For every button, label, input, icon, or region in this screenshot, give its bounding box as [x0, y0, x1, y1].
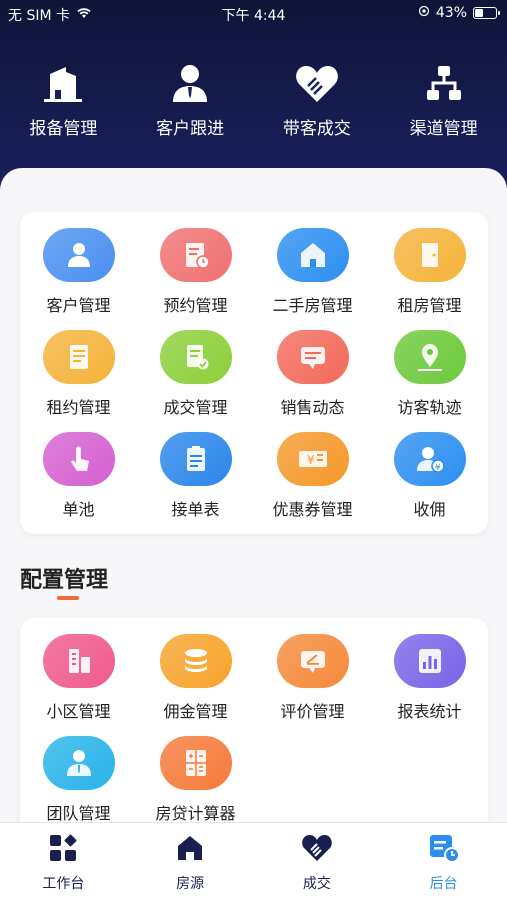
dashboard-icon [48, 833, 78, 867]
config-grid-item-label: 小区管理 [46, 702, 111, 721]
main-grid-item[interactable]: 销售动态 [254, 330, 371, 432]
customer-icon [42, 228, 115, 282]
main-grid-item[interactable]: 客户管理 [20, 228, 137, 330]
location-icon [393, 330, 466, 384]
main-grid-item-label: 收佣 [413, 500, 446, 519]
main-grid-item-label: 客户管理 [46, 296, 111, 315]
main-function-card: 客户管理 预约管理 二手房管理 租房管理租约管理 成交管理 销售动态 访客轨迹单池 接单表 ¥ 优… [20, 212, 488, 534]
coupon-icon: ¥ [276, 432, 349, 486]
config-grid-item[interactable]: 报表统计 [371, 634, 488, 736]
community-icon [42, 634, 115, 688]
calculator-icon [159, 736, 232, 790]
top-nav-label: 渠道管理 [409, 119, 478, 139]
person-icon [167, 60, 213, 106]
main-grid-item-label: 单池 [62, 500, 95, 519]
main-grid-item[interactable]: ¥ 收佣 [371, 432, 488, 534]
message-icon [276, 330, 349, 384]
config-grid-item-label: 房贷计算器 [155, 804, 236, 823]
building-icon [40, 60, 86, 106]
tab-listings[interactable]: 房源 [127, 823, 254, 900]
tab-label: 房源 [176, 876, 205, 892]
svg-text:¥: ¥ [435, 463, 441, 473]
backend-icon [428, 833, 460, 867]
main-grid-item[interactable]: 预约管理 [137, 228, 254, 330]
config-grid-item[interactable]: 小区管理 [20, 634, 137, 736]
main-grid-item-label: 接单表 [171, 500, 220, 519]
main-grid-item-label: 租约管理 [46, 398, 111, 417]
svg-text:¥: ¥ [307, 453, 315, 467]
top-nav-item-deal[interactable]: 带客成交 [254, 60, 381, 150]
main-grid-item-label: 预约管理 [163, 296, 228, 315]
config-grid-item-label: 评价管理 [280, 702, 345, 721]
main-grid-item[interactable]: 接单表 [137, 432, 254, 534]
tab-backend[interactable]: 后台 [380, 823, 507, 900]
main-grid-item[interactable]: 访客轨迹 [371, 330, 488, 432]
config-grid-item[interactable]: 佣金管理 [137, 634, 254, 736]
bottom-tab-bar: 工作台 房源 成交 后台 [0, 822, 507, 900]
lease-icon [42, 330, 115, 384]
main-grid-item[interactable]: ¥ 优惠券管理 [254, 432, 371, 534]
status-time: 下午 4:44 [221, 8, 286, 24]
tap-icon [42, 432, 115, 486]
house-icon [276, 228, 349, 282]
top-quick-nav: 报备管理 客户跟进 带客成交 渠道管理 [0, 60, 507, 150]
battery-icon [473, 7, 500, 19]
battery-percent: 43% [435, 5, 467, 21]
handshake-icon [301, 833, 333, 867]
status-bar: 无 SIM 卡 下午 4:44 43% [0, 0, 507, 28]
top-nav-item-channel[interactable]: 渠道管理 [380, 60, 507, 150]
report-icon [393, 634, 466, 688]
main-grid-item[interactable]: 租约管理 [20, 330, 137, 432]
deal-doc-icon [159, 330, 232, 384]
top-nav-item-customer-follow[interactable]: 客户跟进 [127, 60, 254, 150]
orientation-lock-icon [418, 5, 430, 21]
main-grid-item-label: 销售动态 [280, 398, 345, 417]
tab-label: 成交 [302, 876, 331, 892]
config-grid-item-label: 报表统计 [397, 702, 462, 721]
tab-label: 工作台 [42, 876, 85, 892]
top-nav-label: 带客成交 [282, 119, 351, 139]
section-title: 配置管理 [20, 568, 109, 593]
main-grid-item-label: 优惠券管理 [272, 500, 353, 519]
door-icon [393, 228, 466, 282]
main-grid-item[interactable]: 单池 [20, 432, 137, 534]
main-grid-item-label: 成交管理 [163, 398, 228, 417]
main-grid-item[interactable]: 成交管理 [137, 330, 254, 432]
config-grid-item-label: 团队管理 [46, 804, 111, 823]
coins-icon [159, 634, 232, 688]
section-title-underline [57, 596, 79, 600]
config-grid-item-label: 佣金管理 [163, 702, 228, 721]
team-icon [42, 736, 115, 790]
review-icon [276, 634, 349, 688]
clipboard-icon [159, 432, 232, 486]
top-nav-item-report[interactable]: 报备管理 [0, 60, 127, 150]
commission-icon: ¥ [393, 432, 466, 486]
top-nav-label: 报备管理 [29, 119, 98, 139]
config-card: 小区管理 佣金管理 评价管理 报表统计团队管理 房贷计算器 [20, 618, 488, 828]
tab-label: 后台 [429, 876, 458, 892]
main-grid-item[interactable]: 租房管理 [371, 228, 488, 330]
main-grid-item-label: 租房管理 [397, 296, 462, 315]
top-nav-label: 客户跟进 [156, 119, 225, 139]
config-grid-item[interactable]: 评价管理 [254, 634, 371, 736]
home-icon [175, 833, 205, 867]
tab-deals[interactable]: 成交 [254, 823, 381, 900]
hierarchy-icon [421, 60, 467, 106]
tab-workbench[interactable]: 工作台 [0, 823, 127, 900]
appointment-icon [159, 228, 232, 282]
main-grid-item-label: 访客轨迹 [397, 398, 462, 417]
main-grid-item-label: 二手房管理 [272, 296, 353, 315]
handshake-heart-icon [294, 60, 340, 106]
main-grid-item[interactable]: 二手房管理 [254, 228, 371, 330]
